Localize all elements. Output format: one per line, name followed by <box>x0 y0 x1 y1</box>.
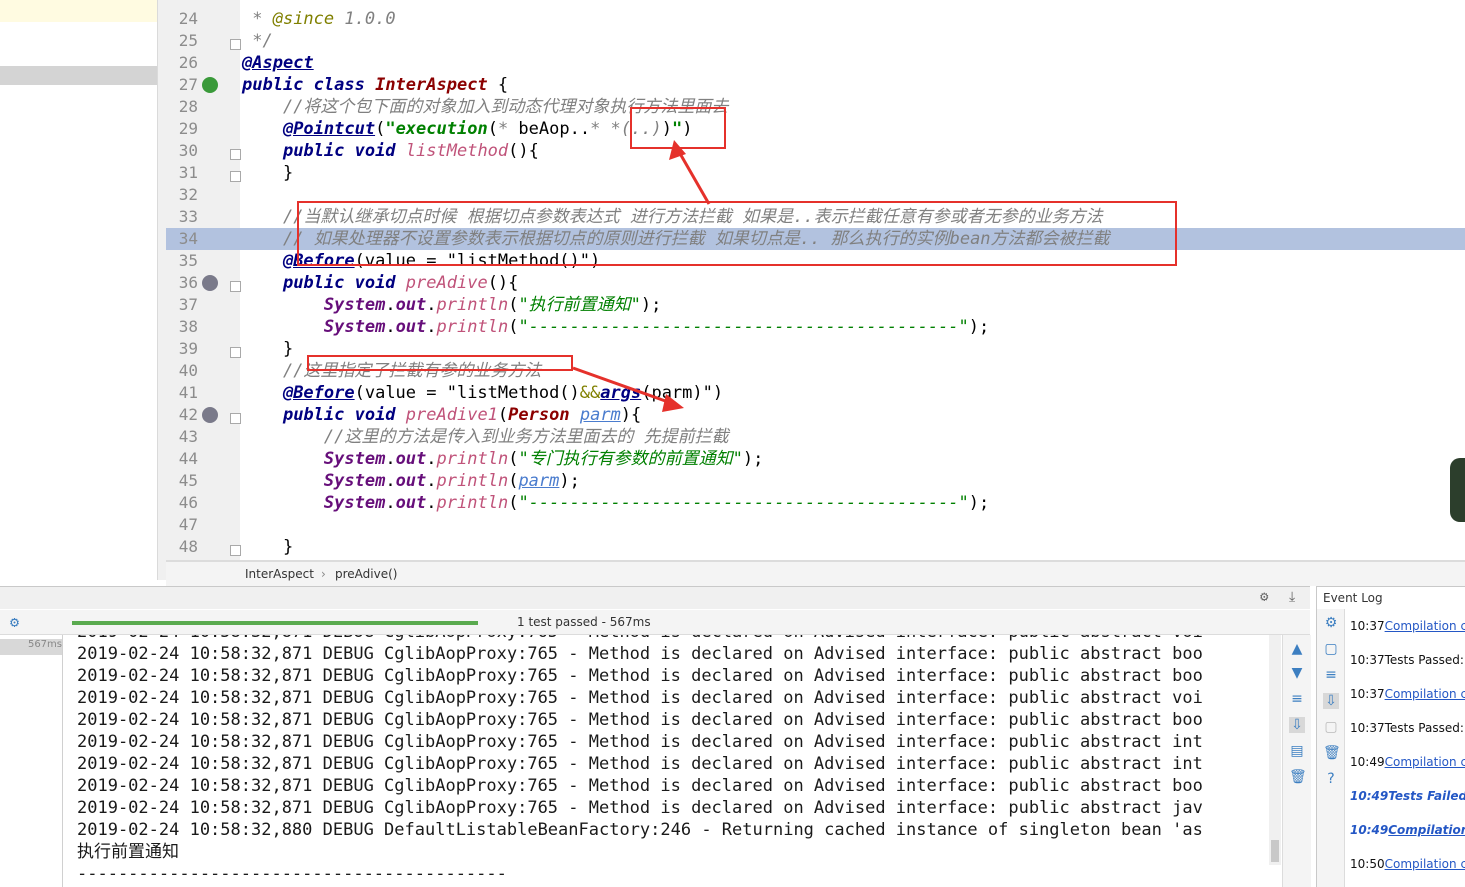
code-editor[interactable]: 24 * @since 1.0.0 25 */26 @Aspect 27 public … <box>166 0 1465 560</box>
test-tree[interactable]: 567ms <box>0 635 63 887</box>
trash-icon[interactable]: 🗑 <box>1323 745 1341 761</box>
event-time: 10:37 <box>1350 721 1385 735</box>
console-output[interactable]: 2019-02-24 10:58:32,871 DEBUG CglibAopPr… <box>64 635 1280 887</box>
event-log-title: Event Log <box>1323 591 1383 605</box>
event-message: Tests Passed: 1 <box>1384 653 1465 667</box>
event-time: 10:49 <box>1350 755 1385 769</box>
event-time: 10:37 <box>1350 653 1385 667</box>
project-scrollbar[interactable] <box>157 0 166 580</box>
test-tree-selected-row[interactable]: 567ms <box>0 639 62 655</box>
test-progress-row: ⚙ 1 test passed - 567ms <box>0 610 1310 635</box>
event-log-toolbar: ⚙ ▢ ≡ ⇩ ▢ 🗑 ? <box>1317 609 1345 887</box>
console-line: 2019-02-24 10:58:32,871 DEBUG CglibAopPr… <box>77 666 1203 686</box>
breadcrumb: InterAspect › preAdive() <box>166 561 1465 586</box>
console-line: 2019-02-24 10:58:32,880 DEBUG DefaultLis… <box>77 820 1203 840</box>
console-line: 2019-02-24 10:58:32,871 DEBUG CglibAopPr… <box>77 710 1203 730</box>
arrow-down-icon[interactable]: ▼ <box>1289 665 1305 681</box>
scroll-to-end-icon[interactable]: ⇩ <box>1323 693 1339 709</box>
event-time: 10:49 <box>1350 789 1389 803</box>
console-line: 2019-02-24 10:58:32,871 DEBUG CglibAopPr… <box>77 688 1203 708</box>
event-log-entry[interactable]: 10:49Compilation co <box>1350 755 1465 769</box>
event-log-entry[interactable]: 10:49Compilation c <box>1350 823 1465 837</box>
run-settings-icon[interactable]: ⚙ <box>10 613 19 631</box>
settings-icon[interactable]: ⚙ <box>1323 615 1339 631</box>
event-log-panel: Event Log ⚙ ▢ ≡ ⇩ ▢ 🗑 ? 10:37Compilation… <box>1316 586 1465 887</box>
floating-widget[interactable] <box>1450 458 1465 522</box>
breadcrumb-method[interactable]: preAdive() <box>335 567 397 581</box>
console-line: 2019-02-24 10:58:32,871 DEBUG CglibAopPr… <box>77 635 1203 643</box>
pin-icon[interactable]: ⤓ <box>1289 589 1295 605</box>
project-panel[interactable] <box>0 0 161 580</box>
event-log-entry[interactable]: 10:49Tests Failed: 1 <box>1350 789 1465 803</box>
event-link[interactable]: Compilation co <box>1385 687 1465 701</box>
help-icon[interactable]: ? <box>1323 771 1339 787</box>
mark-read-icon[interactable]: ▢ <box>1323 719 1339 735</box>
project-row-selected[interactable] <box>0 66 160 85</box>
console-side-toolbar: ▲ ▼ ≡ ⇩ ▤ 🗑 <box>1282 635 1311 887</box>
test-status: 1 test passed - 567ms <box>517 615 651 629</box>
soft-wrap-icon[interactable]: ≡ <box>1323 667 1339 683</box>
event-log-entry[interactable]: 10:37Compilation co <box>1350 687 1465 701</box>
run-panel: ⚙ ⤓ ⚙ 1 test passed - 567ms 567ms 2019-0… <box>0 586 1311 887</box>
event-time: 10:37 <box>1350 619 1385 633</box>
event-log-entry[interactable]: 10:37Tests Passed: 1 <box>1350 721 1465 735</box>
breadcrumb-class[interactable]: InterAspect <box>245 567 314 581</box>
console-line: 2019-02-24 10:58:32,871 DEBUG CglibAopPr… <box>77 776 1203 796</box>
scroll-to-end-icon[interactable]: ⇩ <box>1289 717 1305 733</box>
project-row-highlight <box>0 0 160 22</box>
event-link[interactable]: Compilation c <box>1388 823 1465 837</box>
event-time: 10:49 <box>1350 823 1389 837</box>
breadcrumb-separator: › <box>321 567 326 581</box>
console-scroll-thumb[interactable] <box>1271 840 1279 862</box>
console-line: 2019-02-24 10:58:32,871 DEBUG CglibAopPr… <box>77 754 1203 774</box>
event-log-entry[interactable]: 10:37Compilation co <box>1350 619 1465 633</box>
settings-icon[interactable]: ⚙ <box>1260 589 1268 605</box>
event-link[interactable]: Compilation co <box>1385 755 1465 769</box>
event-message: Tests Passed: 1 <box>1384 721 1465 735</box>
console-line: 执行前置通知 <box>77 842 179 862</box>
event-link[interactable]: Compilation co <box>1385 619 1465 633</box>
event-time: 10:37 <box>1350 687 1385 701</box>
event-link[interactable]: Compilation co <box>1385 857 1465 871</box>
console-scrollbar[interactable] <box>1269 635 1281 865</box>
event-time: 10:50 <box>1350 857 1385 871</box>
run-toolbar: ⚙ ⤓ <box>0 587 1310 609</box>
soft-wrap-icon[interactable]: ≡ <box>1289 691 1305 707</box>
annotation-arrows <box>572 140 711 412</box>
trash-icon[interactable]: 🗑 <box>1289 769 1307 785</box>
console-line: 2019-02-24 10:58:32,871 DEBUG CglibAopPr… <box>77 798 1203 818</box>
print-icon[interactable]: ▤ <box>1289 743 1305 759</box>
console-line: ----------------------------------------… <box>77 864 507 884</box>
chat-icon[interactable]: ▢ <box>1323 641 1339 657</box>
event-message: Tests Failed: 1 <box>1388 789 1465 803</box>
event-log-entry[interactable]: 10:37Tests Passed: 1 <box>1350 653 1465 667</box>
console-line: 2019-02-24 10:58:32,871 DEBUG CglibAopPr… <box>77 644 1203 664</box>
event-log-entry[interactable]: 10:50Compilation co <box>1350 857 1465 871</box>
test-progress-bar <box>72 621 478 625</box>
console-line: 2019-02-24 10:58:32,871 DEBUG CglibAopPr… <box>77 732 1203 752</box>
arrow-up-icon[interactable]: ▲ <box>1289 641 1305 657</box>
